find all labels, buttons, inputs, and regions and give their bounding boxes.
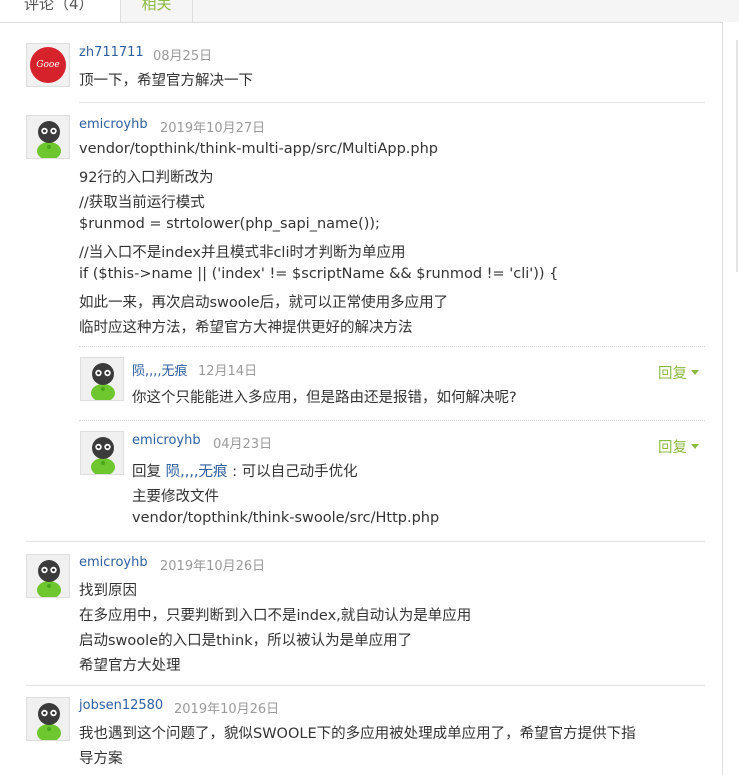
comment-date: 2019年10月27日 <box>160 121 266 136</box>
comment-divider <box>26 685 705 686</box>
tab-comments[interactable]: 评论（4） <box>0 0 121 22</box>
reply-divider <box>79 346 705 347</box>
caret-down-icon <box>691 444 699 449</box>
mention-link[interactable]: 陨,,,,无痕 <box>166 464 228 480</box>
reply-date: 04月23日 <box>213 437 273 452</box>
reply-text: 回复 陨,,,,无痕 : 可以自己动手优化 <box>132 460 358 481</box>
robot-icon <box>81 358 123 400</box>
caret-down-icon <box>691 370 699 375</box>
comment-text: 顶一下，希望官方解决一下 <box>79 73 253 89</box>
comment-text: //获取当前运行模式 <box>79 195 205 211</box>
comment-text: 在多应用中，只要判断到入口不是index,就自动认为是单应用 <box>79 608 472 624</box>
reply-button[interactable]: 回复 <box>658 362 699 383</box>
comment-text: 找到原因 <box>79 583 137 599</box>
comment-divider <box>79 102 705 103</box>
comment-text: $runmod = strtolower(php_sapi_name()); <box>79 216 380 232</box>
robot-icon <box>27 555 69 597</box>
reply-date: 12月14日 <box>198 364 258 379</box>
comment-author[interactable]: emicroyhb <box>79 117 148 132</box>
robot-icon <box>81 432 123 474</box>
google-logo-avatar: Gooe <box>30 47 66 83</box>
robot-avatar[interactable] <box>26 697 70 741</box>
comment-author[interactable]: emicroyhb <box>79 555 148 570</box>
scrollbar-thumb[interactable] <box>736 40 738 272</box>
reply-author[interactable]: emicroyhb <box>132 433 201 448</box>
reply-text: 你这个只能能进入多应用，但是路由还是报错，如何解决呢? <box>132 390 517 406</box>
comment-text: 启动swoole的入口是think，所以被认为是单应用了 <box>79 633 413 649</box>
comment-text: 92行的入口判断改为 <box>79 170 214 186</box>
comment-divider <box>26 541 705 542</box>
tab-bar: 评论（4） 相关 <box>0 0 739 23</box>
comment-text: 导方案 <box>79 751 123 767</box>
reply-text: vendor/topthink/think-swoole/src/Http.ph… <box>132 510 440 526</box>
reply-text-suffix: : 可以自己动手优化 <box>227 464 358 480</box>
robot-avatar[interactable] <box>80 357 124 401</box>
robot-avatar[interactable] <box>80 431 124 475</box>
comment-text: 希望官方大处理 <box>79 658 181 674</box>
comment-text: vendor/topthink/think-multi-app/src/Mult… <box>79 141 438 157</box>
comment-author[interactable]: zh711711 <box>79 45 144 60</box>
robot-avatar[interactable] <box>26 115 70 159</box>
reply-prefix: 回复 <box>132 464 161 480</box>
robot-avatar[interactable] <box>26 554 70 598</box>
avatar[interactable]: Gooe <box>26 43 70 87</box>
reply-text: 主要修改文件 <box>132 489 219 505</box>
comment-date: 2019年10月26日 <box>160 559 266 574</box>
comment-text: //当入口不是index并且模式非cli时才判断为单应用 <box>79 245 406 261</box>
comment-text: 如此一来，再次启动swoole后，就可以正常使用多应用了 <box>79 295 449 311</box>
robot-icon <box>27 116 69 158</box>
robot-icon <box>27 698 69 740</box>
comment-date: 2019年10月26日 <box>174 702 280 717</box>
tab-related[interactable]: 相关 <box>121 0 193 22</box>
reply-divider <box>79 420 705 421</box>
reply-button-label: 回复 <box>658 440 687 456</box>
reply-button-label: 回复 <box>658 366 687 382</box>
comment-text: 我也遇到这个问题了，貌似SWOOLE下的多应用被处理成单应用了，希望官方提供下指 <box>79 726 636 742</box>
comment-text: if ($this->name || ('index' != $scriptNa… <box>79 266 559 282</box>
comment-text: 临时应这种方法，希望官方大神提供更好的解决方法 <box>79 320 413 336</box>
comment-date: 08月25日 <box>153 49 213 64</box>
reply-author[interactable]: 陨,,,,无痕 <box>132 360 188 379</box>
comment-author[interactable]: jobsen12580 <box>79 698 163 713</box>
reply-button[interactable]: 回复 <box>658 436 699 457</box>
